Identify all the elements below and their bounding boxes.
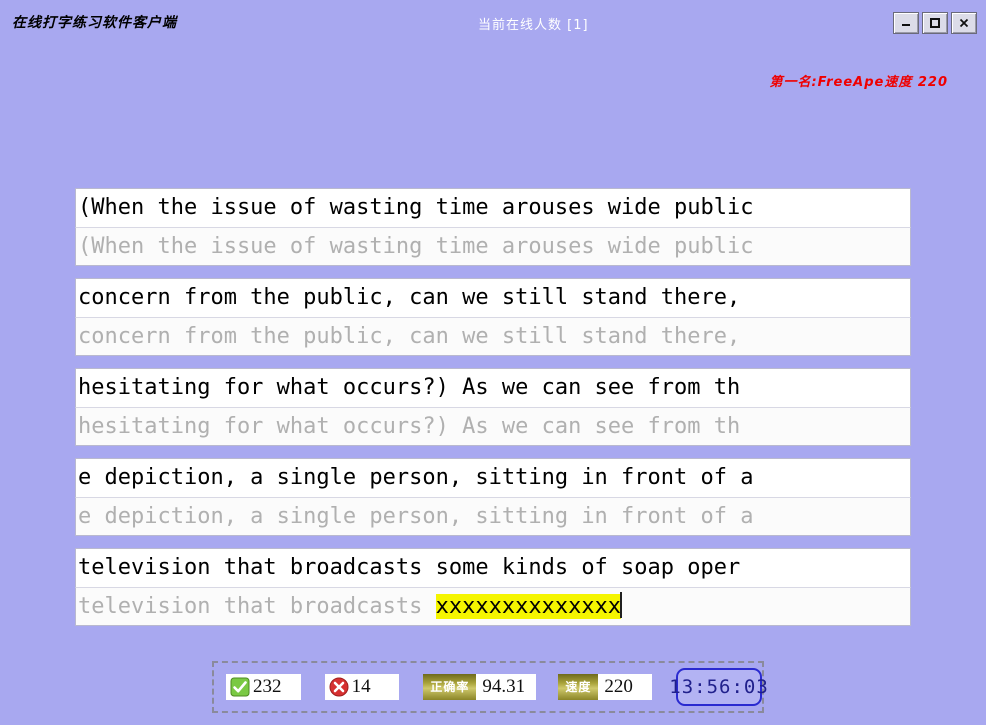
champion-banner: 第一名:FreeApe速度 220 <box>769 75 948 90</box>
speed-field: 速度 220 <box>558 674 652 700</box>
text-caret <box>620 592 623 618</box>
minimize-button[interactable] <box>893 12 919 34</box>
line-group: concern from the public, can we still st… <box>75 278 911 356</box>
status-bar: 232 14 正确率 94.31 速度 220 13:56:03 <box>212 661 768 713</box>
accuracy-label: 正确率 <box>423 674 477 700</box>
line-group: television that broadcasts some kinds of… <box>75 548 911 626</box>
reference-line: television that broadcasts some kinds of… <box>75 548 911 587</box>
close-icon <box>959 18 969 28</box>
reference-line: hesitating for what occurs?) As we can s… <box>75 368 911 407</box>
speed-label: 速度 <box>558 674 599 700</box>
close-button[interactable] <box>951 12 977 34</box>
input-line[interactable]: e depiction, a single person, sitting in… <box>75 497 911 536</box>
speed-value: 220 <box>598 674 652 700</box>
check-icon <box>230 677 250 697</box>
accuracy-field: 正确率 94.31 <box>423 674 537 700</box>
online-user-count: 当前在线人数 [1] <box>478 18 589 33</box>
maximize-button[interactable] <box>922 12 948 34</box>
typing-area: (When the issue of wasting time arouses … <box>75 188 911 638</box>
cross-icon <box>329 677 349 697</box>
wrong-count-field: 14 <box>324 674 400 700</box>
title-bar: 在线打字练习软件客户端 当前在线人数 [1] <box>0 0 986 42</box>
correct-count-field: 232 <box>226 674 301 700</box>
timer-display: 13:56:03 <box>669 668 768 706</box>
input-line[interactable]: concern from the public, can we still st… <box>75 317 911 356</box>
minimize-icon <box>902 24 910 26</box>
typed-plain: e depiction, a single person, sitting in… <box>78 504 754 529</box>
reference-line: (When the issue of wasting time arouses … <box>75 188 911 227</box>
line-group: hesitating for what occurs?) As we can s… <box>75 368 911 446</box>
accuracy-value: 94.31 <box>476 674 537 700</box>
line-group: e depiction, a single person, sitting in… <box>75 458 911 536</box>
typed-highlight: xxxxxxxxxxxxxx <box>435 594 622 619</box>
app-title: 在线打字练习软件客户端 <box>12 15 177 31</box>
line-group: (When the issue of wasting time arouses … <box>75 188 911 266</box>
typed-plain: (When the issue of wasting time arouses … <box>78 234 754 259</box>
input-line-active[interactable]: television that broadcasts xxxxxxxxxxxxx… <box>75 587 911 626</box>
wrong-count-value: 14 <box>351 676 371 697</box>
input-line[interactable]: (When the issue of wasting time arouses … <box>75 227 911 266</box>
typed-plain: television that broadcasts <box>78 594 436 619</box>
typed-plain: concern from the public, can we still st… <box>78 324 741 349</box>
input-line[interactable]: hesitating for what occurs?) As we can s… <box>75 407 911 446</box>
typed-plain: hesitating for what occurs?) As we can s… <box>78 414 741 439</box>
correct-count-value: 232 <box>253 676 282 697</box>
reference-line: e depiction, a single person, sitting in… <box>75 458 911 497</box>
maximize-icon <box>930 18 940 28</box>
timer-value: 13:56:03 <box>669 676 769 698</box>
reference-line: concern from the public, can we still st… <box>75 278 911 317</box>
